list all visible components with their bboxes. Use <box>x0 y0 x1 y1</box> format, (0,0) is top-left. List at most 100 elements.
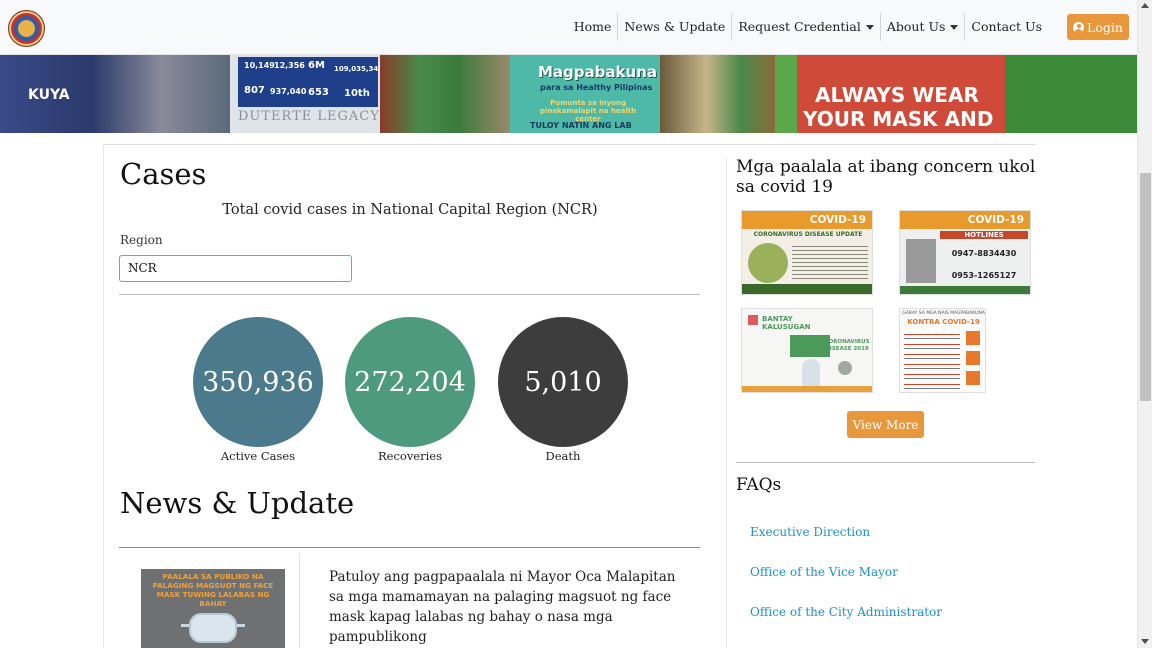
banner-sign-post <box>775 55 797 133</box>
stat-label: Active Cases <box>220 449 296 463</box>
stat-label: Death <box>545 449 581 463</box>
nav-news-update-label: News & Update <box>624 19 726 34</box>
sidebar-divider <box>726 158 727 648</box>
faq-link-executive-direction[interactable]: Executive Direction <box>750 525 870 539</box>
reminder-poster-kontra-covid[interactable]: GABAY SA MGA NAIS MAGPABAKUNA KONTRA COV… <box>899 308 986 393</box>
banner-stat: 12,356 <box>274 61 305 70</box>
user-circle-icon <box>1073 21 1085 33</box>
poster-steps <box>904 329 960 389</box>
stat-active-cases: 350,936 Active Cases <box>193 317 323 463</box>
region-select[interactable]: NCR <box>119 255 352 282</box>
cases-subtitle: Total covid cases in National Capital Re… <box>222 202 598 218</box>
main-nav: Home News & Update Request Credential Ab… <box>568 13 1048 41</box>
reminder-poster-bantay-kalusugan[interactable]: BANTAY KALUSUGAN CORONAVIRUS DISEASE 201… <box>741 308 873 393</box>
sidebar-section-divider <box>736 462 1035 463</box>
step-icon <box>966 351 980 365</box>
banner-fence-photo <box>660 55 775 133</box>
content-left-border <box>103 145 104 648</box>
reminders-heading: Mga paalala at ibang concern ukol sa cov… <box>736 157 1036 197</box>
stat-value: 5,010 <box>524 366 602 398</box>
virus-illustration-icon <box>748 243 788 283</box>
banner-sign-post <box>1005 55 1137 133</box>
stat-circle: 5,010 <box>498 317 628 447</box>
poster-subtitle: CORONAVIRUS DISEASE UPDATE <box>753 231 863 238</box>
poster-title: COVID-19 <box>742 211 872 229</box>
banner-stat: 6M <box>308 60 325 71</box>
scroll-down-arrow-icon[interactable] <box>1141 639 1149 644</box>
poster-footer <box>742 386 872 392</box>
reminder-poster-hotlines[interactable]: COVID-19 HOTLINES 0947-8834430 0953-1265… <box>899 210 1031 295</box>
banner-poster-bottom: TULOY NATIN ANG LAB <box>530 121 632 130</box>
login-button[interactable]: Login <box>1067 14 1129 40</box>
hero-banner: KUYA 10,149 12,356 6M 109,035,343 807 93… <box>0 55 1137 133</box>
reminder-poster-update[interactable]: COVID-19 CORONAVIRUS DISEASE UPDATE <box>741 210 873 295</box>
scroll-up-arrow-icon[interactable] <box>1141 3 1149 8</box>
poster-body-text <box>792 243 868 281</box>
banner-stat: 10,149 <box>244 61 275 70</box>
content-top-divider <box>103 144 1035 145</box>
nav-contact-us[interactable]: Contact Us <box>965 13 1048 41</box>
top-navbar: Home News & Update Request Credential Ab… <box>0 0 1137 55</box>
stat-recoveries: 272,204 Recoveries <box>345 317 475 463</box>
banner-sign-line1: ALWAYS WEAR <box>815 83 979 107</box>
stat-label: Recoveries <box>377 449 442 463</box>
banner-stat: 109,035,343 <box>334 65 384 73</box>
nav-about-us-label: About Us <box>886 19 946 34</box>
banner-poster-sub: para sa Healthy Pilipinas <box>540 83 653 92</box>
banner-vaccine-poster: Magpabakuna para sa Healthy Pilipinas Pu… <box>510 55 660 133</box>
doctor-illustration-icon <box>802 359 820 389</box>
nav-contact-us-label: Contact Us <box>971 19 1042 34</box>
nav-home[interactable]: Home <box>568 13 619 41</box>
poster-footer <box>742 284 872 294</box>
banner-stats-panel: 10,149 12,356 6M 109,035,343 807 937,040… <box>230 55 384 133</box>
banner-stat: 807 <box>244 85 265 96</box>
medical-cross-icon <box>748 315 758 325</box>
poster-info-box <box>790 335 830 357</box>
banner-sign-line2: YOUR MASK AND <box>803 107 994 131</box>
stat-value: 350,936 <box>202 366 314 398</box>
cases-heading: Cases <box>120 157 207 191</box>
banner-stat: 10th <box>344 88 370 99</box>
banner-legacy-text: DUTERTE LEGACY <box>238 109 380 124</box>
news-excerpt[interactable]: Patuloy ang pagpapaalala ni Mayor Oca Ma… <box>329 567 689 647</box>
cases-divider <box>119 294 700 295</box>
phone-illustration-icon <box>906 239 936 283</box>
faq-link-city-administrator[interactable]: Office of the City Administrator <box>750 605 942 619</box>
stat-deaths: 5,010 Death <box>498 317 628 463</box>
face-mask-icon <box>189 613 237 643</box>
nav-news-update[interactable]: News & Update <box>618 13 733 41</box>
banner-poster-line: Pumunta sa inyong pinakamalapit na healt… <box>539 99 637 123</box>
banner-left-poster: KUYA <box>0 55 230 133</box>
step-icon <box>966 371 980 385</box>
news-thumbnail[interactable]: PAALALA SA PUBLIKO NA PALAGING MAGSUOT N… <box>141 569 285 648</box>
banner-mask-sign: ALWAYS WEAR YOUR MASK AND <box>775 55 1137 133</box>
faq-link-vice-mayor[interactable]: Office of the Vice Mayor <box>750 565 898 579</box>
stat-circle: 350,936 <box>193 317 323 447</box>
banner-middle-photo <box>380 55 510 133</box>
poster-title: COVID-19 <box>900 211 1030 229</box>
nav-home-label: Home <box>573 19 612 34</box>
news-column-divider <box>299 553 300 648</box>
banner-poster-title: Magpabakuna <box>538 63 657 81</box>
news-thumbnail-text: PAALALA SA PUBLIKO NA PALAGING MAGSUOT N… <box>152 572 274 608</box>
login-label: Login <box>1087 19 1123 35</box>
scroll-thumb[interactable] <box>1140 173 1151 401</box>
nav-request-credential[interactable]: Request Credential <box>732 13 881 41</box>
hotline-number: 0947-8834430 <box>951 249 1017 258</box>
step-icon <box>966 331 980 345</box>
view-more-button[interactable]: View More <box>847 411 924 438</box>
banner-stat: 653 <box>308 87 329 98</box>
nav-about-us[interactable]: About Us <box>881 13 966 41</box>
city-seal-logo[interactable] <box>8 10 45 47</box>
virus-illustration-icon <box>838 361 852 375</box>
poster-subtitle: HOTLINES <box>940 231 1028 239</box>
poster-footer <box>900 286 1030 294</box>
poster-subtitle: GABAY SA MGA NAIS MAGPABAKUNA <box>902 311 985 316</box>
page-scrollbar[interactable] <box>1137 0 1152 648</box>
caret-down-icon <box>865 24 874 30</box>
faqs-heading: FAQs <box>736 475 782 495</box>
hotline-number: 0953-1265127 <box>951 271 1017 280</box>
stat-value: 272,204 <box>354 366 466 398</box>
banner-stat: 937,040 <box>270 87 307 96</box>
nav-request-credential-label: Request Credential <box>738 19 861 34</box>
